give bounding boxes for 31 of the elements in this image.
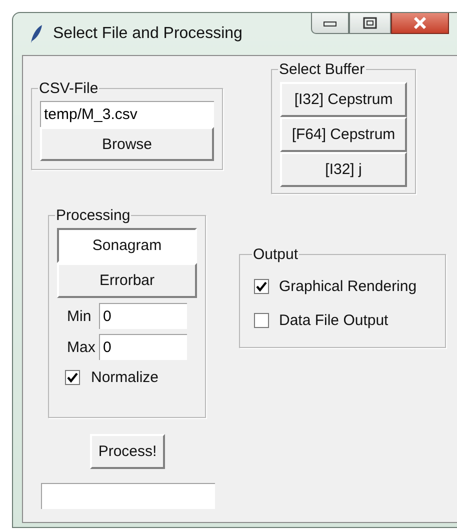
minimize-button[interactable] (311, 13, 349, 34)
group-title: Output (252, 246, 300, 263)
checkbox[interactable] (65, 370, 80, 384)
browse-button[interactable]: Browse (40, 127, 214, 161)
close-icon (413, 17, 427, 29)
minimize-icon (323, 19, 337, 27)
checkbox-label: Normalize (91, 368, 159, 386)
feather-icon (29, 24, 43, 44)
buffer-button[interactable]: [F64] Cepstrum (280, 117, 407, 152)
process-button[interactable]: Process! (90, 434, 165, 469)
group-title: Select Buffer (278, 61, 366, 78)
checkbox-label: Graphical Rendering (279, 278, 417, 294)
checkbox[interactable] (254, 312, 269, 328)
checkbox[interactable] (254, 278, 269, 294)
group-title: Processing (55, 207, 132, 224)
close-button[interactable] (391, 13, 449, 34)
field-label: Max (66, 338, 96, 356)
mode-button[interactable]: Sonagram (57, 228, 197, 263)
maximize-button[interactable] (349, 13, 391, 34)
mode-button[interactable]: Errorbar (57, 263, 197, 298)
min-field[interactable]: 0 (99, 303, 187, 329)
field-label: Min (66, 308, 92, 324)
group-title: CSV-File (38, 80, 100, 97)
file-path-field[interactable]: temp/M_3.csv (40, 101, 214, 127)
buffer-button[interactable]: [I32] Cepstrum (280, 82, 407, 117)
status-field[interactable] (41, 483, 215, 509)
checkbox-label: Data File Output (279, 312, 388, 328)
buffer-button[interactable]: [I32] j (280, 152, 407, 187)
maximize-icon (363, 17, 377, 29)
max-field[interactable]: 0 (99, 334, 187, 360)
window-title: Select File and Processing (53, 25, 242, 43)
